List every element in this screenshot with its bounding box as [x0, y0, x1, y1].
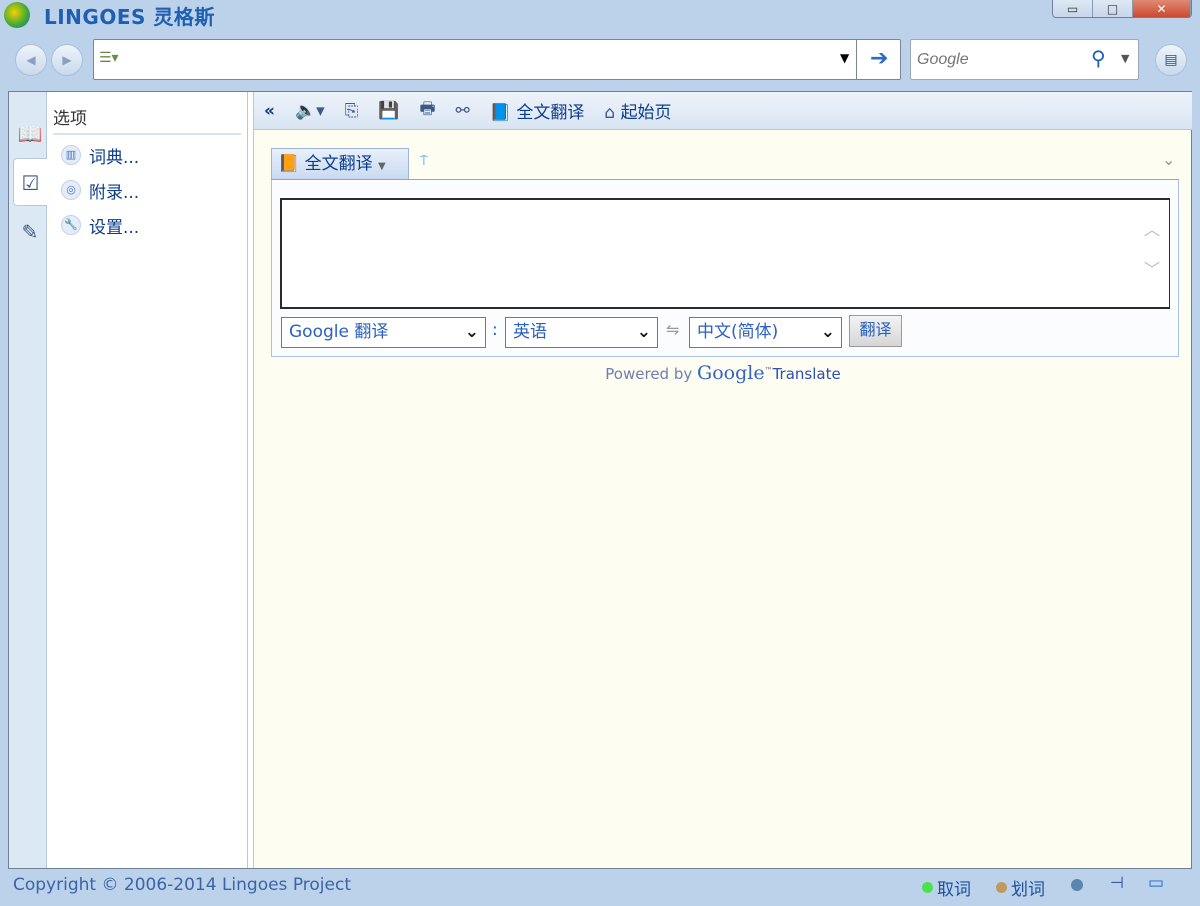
print-icon[interactable]: 🖶 [419, 96, 435, 125]
main-frame: 📖 ☑ ✎ 选项 ▥ 词典... ◎ 附录... 🔧 设置... « 🔈▾ ⎘ 💾 🖶… [8, 91, 1192, 869]
dictionary-icon: ▥ [61, 145, 81, 165]
dropdown-arrow-icon: ▼ [377, 161, 386, 172]
home-label: 起始页 [620, 103, 672, 123]
swap-icon[interactable]: ⇋ [666, 320, 679, 339]
status-green-dot-icon [922, 882, 933, 893]
translate-book-icon: 📙 [278, 154, 300, 174]
home-button[interactable]: ⌂ 起始页 [604, 98, 671, 123]
capture-toggle[interactable]: 取词 [922, 875, 971, 900]
side-tabs: 📖 ☑ ✎ [9, 92, 47, 868]
pin-icon[interactable]: ⊣ [1110, 873, 1124, 892]
maximize-button[interactable]: □ [1093, 0, 1133, 17]
translate-panel: ︿ ﹀ Google 翻译 ⌄ : 英语 ⌄ ⇋ 中文(简体) ⌄ 翻译 [271, 180, 1179, 357]
source-language-value: 英语 [513, 322, 547, 342]
parrot-logo-icon [4, 2, 30, 28]
source-text-input[interactable] [280, 198, 1170, 309]
google-logo: Google [697, 362, 765, 384]
app-title: LINGOES 灵格斯 [44, 5, 215, 29]
powered-prefix: Powered by [605, 365, 693, 383]
list-icon[interactable]: ☰▾ [99, 50, 119, 66]
divider [856, 40, 857, 79]
chevron-down-icon: ⌄ [820, 322, 835, 342]
full-translate-label: 全文翻译 [516, 103, 585, 123]
speaker-icon[interactable]: 🔈▾ [295, 101, 325, 121]
capture-label: 取词 [937, 880, 971, 900]
translate-tab-button[interactable]: 📙 全文翻译 ▼ [271, 148, 409, 180]
separator: : [492, 320, 498, 340]
dropdown-arrow-icon[interactable]: ▼ [840, 51, 849, 65]
appendix-icon: ◎ [61, 180, 81, 200]
status-tan-dot-icon [996, 882, 1007, 893]
sidebar-item-settings[interactable]: 🔧 设置... [61, 213, 140, 238]
sidebar-item-dictionary[interactable]: ▥ 词典... [61, 143, 140, 168]
powered-by-google[interactable]: Powered by Google™Translate [254, 362, 1192, 384]
binoculars-icon[interactable]: ⚯ [456, 101, 470, 121]
options-tab-icon[interactable]: ☑ [13, 158, 47, 206]
sidebar-title: 选项 [53, 104, 241, 135]
copy-icon[interactable]: ⎘ [345, 101, 359, 121]
book-icon: 📘 [489, 103, 511, 123]
target-language-select[interactable]: 中文(简体) ⌄ [689, 317, 842, 348]
mini-window-icon[interactable]: ▭ [1148, 873, 1164, 893]
go-arrow-icon[interactable]: ➔ [870, 46, 888, 71]
sidebar: 选项 ▥ 词典... ◎ 附录... 🔧 设置... [47, 92, 248, 868]
select-toggle[interactable]: 划词 [996, 875, 1045, 900]
select-label: 划词 [1011, 880, 1045, 900]
title-bar: LINGOES 灵格斯 ▭ □ ✕ [0, 0, 1200, 32]
translate-button[interactable]: 翻译 [849, 315, 902, 347]
status-blue-dot-icon[interactable] [1071, 879, 1083, 891]
sidebar-item-appendix[interactable]: ◎ 附录... [61, 178, 140, 203]
wrench-icon: 🔧 [61, 215, 81, 235]
engine-select[interactable]: Google 翻译 ⌄ [281, 317, 486, 348]
scroll-down-icon[interactable]: ﹀ [1144, 256, 1160, 280]
copyright-text: Copyright © 2006-2014 Lingoes Project [13, 875, 351, 895]
sidebar-item-label: 设置... [89, 217, 140, 238]
back-button[interactable]: ◀ [15, 44, 47, 76]
search-icon[interactable]: ⚲ [1091, 46, 1106, 70]
save-icon[interactable]: 💾 [378, 101, 399, 121]
status-bar: Copyright © 2006-2014 Lingoes Project 取词… [0, 870, 1200, 906]
translate-tab-label: 全文翻译 [304, 154, 373, 174]
full-translate-button[interactable]: 📘 全文翻译 [490, 98, 585, 123]
filter-icon[interactable]: ⍑ [420, 154, 428, 169]
content-area: « 🔈▾ ⎘ 💾 🖶 ⚯ 📘 全文翻译 ⌂ 起始页 📙 全文翻译 ▼ ⍑ ⌄ ︿… [253, 92, 1192, 868]
search-box[interactable]: ⚲ ▼ [910, 39, 1139, 80]
forward-button[interactable]: ▶ [51, 44, 83, 76]
minimize-button[interactable]: ▭ [1053, 0, 1093, 17]
notes-tab-icon[interactable]: ✎ [13, 208, 47, 256]
toolbar: « 🔈▾ ⎘ 💾 🖶 ⚯ 📘 全文翻译 ⌂ 起始页 [254, 92, 1192, 130]
dropdown-arrow-icon[interactable]: ▼ [1121, 52, 1129, 65]
menu-button[interactable]: ▤ [1155, 44, 1187, 76]
chevron-down-icon: ⌄ [636, 322, 651, 342]
scroll-up-icon[interactable]: ︿ [1144, 216, 1160, 240]
powered-suffix: Translate [772, 365, 841, 383]
collapse-button[interactable]: « [264, 101, 275, 121]
engine-value: Google 翻译 [289, 322, 389, 342]
trademark: ™ [764, 366, 773, 375]
sidebar-item-label: 词典... [89, 147, 140, 168]
close-button[interactable]: ✕ [1133, 0, 1191, 17]
sidebar-item-label: 附录... [89, 182, 140, 203]
search-input[interactable] [917, 47, 1087, 72]
chevron-down-icon: ⌄ [464, 322, 479, 342]
window-controls: ▭ □ ✕ [1052, 0, 1192, 18]
address-combobox[interactable]: ☰▾ ▼ ➔ [93, 39, 901, 80]
target-language-value: 中文(简体) [697, 322, 779, 342]
source-language-select[interactable]: 英语 ⌄ [505, 317, 658, 348]
chevron-down-icon[interactable]: ⌄ [1162, 150, 1175, 169]
dictionary-tab-icon[interactable]: 📖 [13, 110, 47, 158]
home-icon: ⌂ [604, 103, 616, 123]
address-input[interactable] [128, 46, 848, 73]
